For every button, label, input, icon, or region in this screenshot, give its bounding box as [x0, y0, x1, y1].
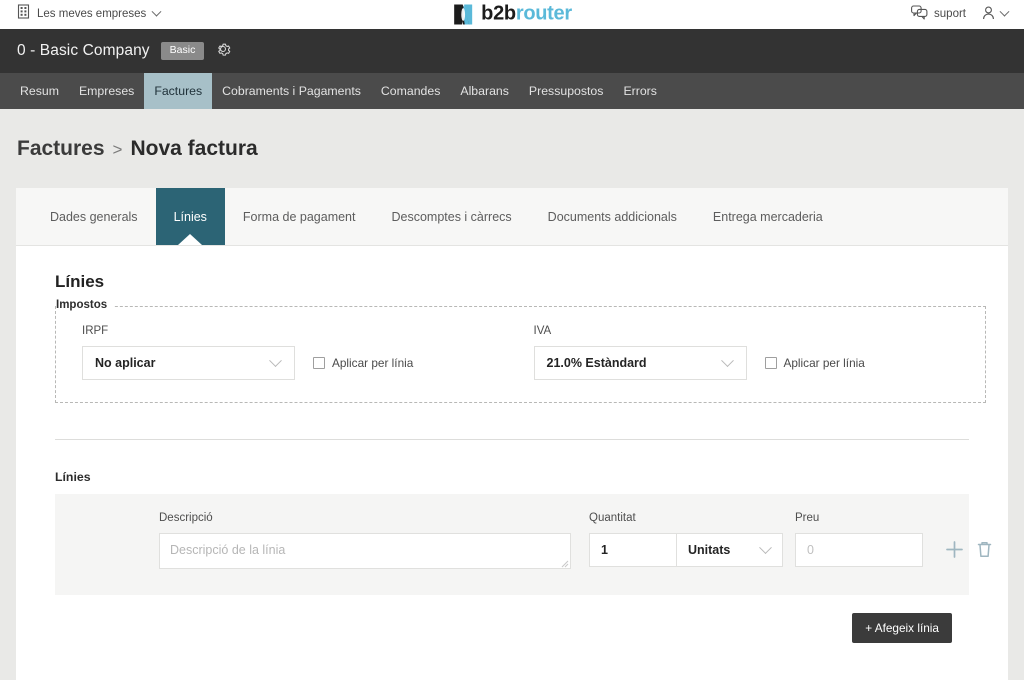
irpf-per-line-checkbox[interactable]: Aplicar per línia: [313, 356, 413, 370]
plus-icon: [945, 540, 964, 564]
lines-section-label: Línies: [55, 470, 91, 484]
nav-item-pressupostos[interactable]: Pressupostos: [519, 73, 614, 109]
line-description-input[interactable]: Descripció de la línia: [159, 533, 571, 569]
chevron-down-icon: [269, 353, 282, 367]
support-label: suport: [934, 8, 966, 20]
chat-bubbles-icon: [911, 5, 928, 23]
iva-per-line-label: Aplicar per línia: [783, 356, 865, 370]
iva-field-group: IVA 21.0% Estàndard Aplicar per línia: [533, 325, 986, 380]
breadcrumb-parent[interactable]: Factures: [17, 137, 105, 161]
company-settings-button[interactable]: [215, 41, 231, 62]
top-bar: Les meves empreses b2brouter suport: [0, 0, 1024, 29]
taxes-legend: Impostos: [56, 299, 114, 311]
page-title: Nova factura: [130, 137, 258, 160]
iva-select-value: 21.0% Estàndard: [546, 356, 647, 370]
taxes-fields-row: IRPF No aplicar Aplicar per línia IVA 21…: [56, 325, 985, 380]
nav-item-errors[interactable]: Errors: [613, 73, 666, 109]
invoice-form-card: Dades generals Línies Forma de pagament …: [16, 188, 1008, 680]
irpf-controls: No aplicar Aplicar per línia: [82, 346, 534, 380]
lines-footer: + Afegeix línia: [38, 595, 969, 667]
chevron-down-icon: [999, 6, 1010, 17]
iva-controls: 21.0% Estàndard Aplicar per línia: [533, 346, 986, 380]
building-icon: [17, 4, 30, 24]
checkbox-box-icon: [313, 357, 325, 369]
irpf-per-line-label: Aplicar per línia: [332, 356, 414, 370]
company-bar: 0 - Basic Company Basic: [0, 29, 1024, 73]
line-quantity-input[interactable]: 1: [589, 533, 677, 567]
iva-label: IVA: [533, 325, 552, 337]
b2brouter-logo-icon: [452, 3, 474, 25]
form-tabs: Dades generals Línies Forma de pagament …: [16, 188, 1008, 246]
tab-forma-de-pagament[interactable]: Forma de pagament: [225, 188, 374, 245]
tab-entrega-mercaderia[interactable]: Entrega mercaderia: [695, 188, 841, 245]
breadcrumb-separator: >: [112, 140, 123, 159]
irpf-select-value: No aplicar: [95, 356, 156, 370]
add-line-icon-button[interactable]: [945, 540, 964, 564]
delete-line-icon-button[interactable]: [976, 540, 993, 564]
add-line-button[interactable]: + Afegeix línia: [852, 613, 952, 643]
user-icon: [982, 6, 995, 23]
line-unit-value: Unitats: [688, 543, 731, 557]
my-companies-label: Les meves empreses: [37, 8, 147, 20]
breadcrumb: Factures > Nova factura: [0, 109, 1024, 161]
nav-item-comandes[interactable]: Comandes: [371, 73, 450, 109]
brand-logo[interactable]: b2brouter: [452, 3, 572, 26]
top-bar-right: suport: [911, 5, 1024, 23]
section-heading: Línies: [55, 272, 105, 291]
tab-documents-addicionals[interactable]: Documents addicionals: [530, 188, 695, 245]
trash-icon: [976, 540, 993, 564]
irpf-label: IRPF: [82, 325, 109, 337]
line-description-cell: Descripció Descripció de la línia: [159, 512, 571, 569]
nav-item-albarans[interactable]: Albarans: [450, 73, 519, 109]
user-menu[interactable]: [982, 6, 1010, 23]
company-name: 0 - Basic Company: [17, 42, 150, 59]
form-body: Línies Impostos IRPF No aplicar Aplicar …: [16, 246, 1008, 667]
line-unit-select[interactable]: Unitats: [677, 533, 783, 567]
brand-wordmark: b2brouter: [481, 3, 572, 26]
gear-icon: [215, 41, 231, 62]
brand-text-router: router: [515, 2, 572, 25]
section-divider: [55, 439, 969, 440]
tab-linies[interactable]: Línies: [155, 188, 225, 245]
my-companies-menu[interactable]: Les meves empreses: [0, 4, 162, 24]
line-actions-cell: [945, 512, 993, 564]
column-header-price: Preu: [795, 512, 820, 524]
brand-text-b2b: b2b: [481, 2, 516, 25]
iva-per-line-checkbox[interactable]: Aplicar per línia: [764, 356, 865, 370]
support-link[interactable]: suport: [911, 5, 966, 23]
nav-item-cobraments-i-pagaments[interactable]: Cobraments i Pagaments: [212, 73, 371, 109]
page-content: Factures > Nova factura Dades generals L…: [0, 109, 1024, 680]
irpf-field-group: IRPF No aplicar Aplicar per línia: [82, 325, 534, 380]
column-header-quantity: Quantitat: [589, 512, 636, 524]
nav-item-resum[interactable]: Resum: [10, 73, 69, 109]
tab-descomptes-i-carrecs[interactable]: Descomptes i càrrecs: [373, 188, 529, 245]
nav-item-factures[interactable]: Factures: [144, 73, 213, 109]
line-price-cell: Preu 0: [795, 512, 923, 567]
chevron-down-icon: [759, 540, 772, 554]
chevron-down-icon: [151, 6, 162, 17]
iva-select[interactable]: 21.0% Estàndard: [533, 346, 747, 380]
plan-badge[interactable]: Basic: [160, 42, 205, 60]
column-header-description: Descripció: [159, 512, 213, 524]
irpf-select[interactable]: No aplicar: [82, 346, 295, 380]
nav-item-empreses[interactable]: Empreses: [69, 73, 144, 109]
quantity-combo: 1 Unitats: [589, 533, 783, 567]
chevron-down-icon: [720, 353, 734, 367]
checkbox-box-icon: [764, 357, 777, 369]
tab-dades-generals[interactable]: Dades generals: [32, 188, 156, 245]
resize-handle-icon[interactable]: [559, 557, 569, 568]
main-nav: Resum Empreses Factures Cobraments i Pag…: [0, 73, 1024, 109]
line-item-row: Descripció Descripció de la línia Quanti…: [55, 494, 992, 595]
line-quantity-cell: Quantitat 1 Unitats: [589, 512, 783, 567]
taxes-fieldset: Impostos IRPF No aplicar Aplicar per lín…: [55, 299, 986, 403]
line-price-input[interactable]: 0: [795, 533, 923, 567]
